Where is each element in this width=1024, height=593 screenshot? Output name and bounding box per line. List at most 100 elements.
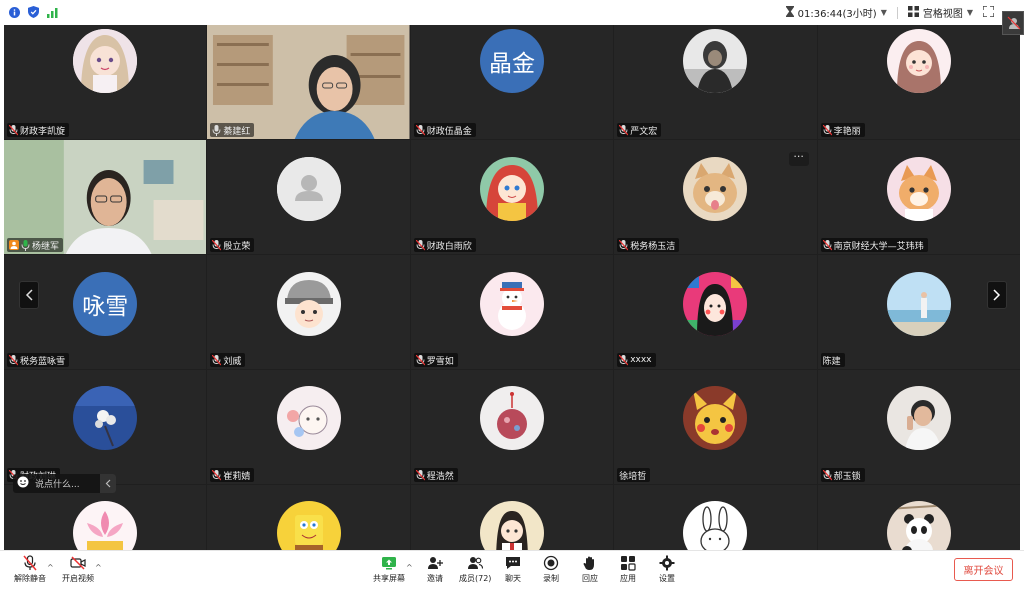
mic-muted-icon (9, 354, 18, 365)
invite-button[interactable]: 邀请 (427, 555, 443, 584)
nameplate: 李艳丽 (820, 123, 865, 137)
meeting-timer[interactable]: 01:36:44(3小时) ▼ (785, 5, 887, 20)
nameplate: 财政伍晶金 (413, 123, 476, 137)
chevron-right-icon (993, 289, 1001, 301)
participant-tile[interactable] (410, 485, 614, 550)
participant-tile[interactable] (817, 485, 1020, 550)
participant-tile[interactable]: 严文宏 (614, 25, 817, 139)
mic-muted-icon (619, 354, 629, 365)
mic-muted-icon (415, 354, 425, 365)
participant-tile[interactable]: 徐培哲 (614, 370, 817, 484)
participant-tile[interactable]: 财政李凯旋 (4, 25, 207, 139)
participant-tile[interactable] (207, 485, 410, 550)
selfie-avatar (886, 386, 951, 450)
fullscreen-icon[interactable] (982, 4, 995, 20)
participant-name: 税务蓝咏雪 (20, 356, 66, 367)
self-view-thumbnail[interactable] (1002, 11, 1024, 35)
participant-tile[interactable]: 财政白雨欣 (410, 140, 614, 254)
start-video-button[interactable]: 开启视频 (62, 555, 94, 584)
unmute-button[interactable]: 解除静音 (14, 555, 46, 584)
info-icon[interactable] (9, 3, 20, 22)
chat-button[interactable]: 聊天 (505, 555, 521, 584)
flower-wall-avatar (73, 386, 138, 450)
text-avatar: 咏雪 (73, 272, 138, 336)
chat-quick-input[interactable]: 说点什么... (13, 474, 116, 493)
participant-tile-active-speaker[interactable]: 杨继军 (4, 140, 207, 254)
participant-tile[interactable]: 崔莉婧 (207, 370, 410, 484)
participant-tile[interactable]: 綦建红 (207, 25, 410, 139)
shield-icon[interactable] (28, 3, 39, 22)
chevron-up-icon[interactable]: ^ (406, 563, 413, 572)
mic-muted-icon (212, 354, 222, 365)
nameplate: 严文宏 (617, 123, 662, 137)
prev-page-button[interactable] (19, 281, 39, 309)
participant-name: 杨继军 (32, 241, 60, 252)
chevron-down-icon[interactable]: ▼ (881, 8, 887, 17)
participant-tile[interactable]: 刘威 (207, 255, 410, 369)
chevron-up-icon[interactable]: ^ (95, 563, 102, 572)
nameplate: 罗雪如 (413, 353, 458, 367)
nameplate: 税务杨玉洁 (617, 238, 680, 252)
nameplate: 陈建 (820, 353, 845, 367)
members-label: 成员(72) (459, 574, 492, 583)
divider (896, 6, 898, 19)
mic-muted-icon (619, 239, 629, 250)
chevron-up-icon[interactable]: ^ (47, 563, 54, 572)
emoji-icon[interactable] (17, 476, 29, 491)
nameplate: 财政白雨欣 (413, 238, 476, 252)
participant-tile[interactable]: ··· 税务杨玉洁 (614, 140, 817, 254)
members-button[interactable]: 成员(72) (459, 555, 491, 584)
sky-photo-avatar (886, 272, 951, 336)
nameplate: 南京财经大学—艾玮玮 (820, 238, 928, 252)
participant-tile[interactable]: 郝玉锁 (817, 370, 1020, 484)
participant-tile[interactable]: 陈建 (817, 255, 1020, 369)
mic-muted-icon (619, 124, 629, 135)
participant-tile[interactable]: 晶金 财政伍晶金 (410, 25, 614, 139)
apps-icon (621, 556, 636, 571)
share-screen-button[interactable]: 共享屏幕 (373, 555, 405, 584)
host-icon (9, 240, 19, 250)
participant-tile[interactable]: 南京财经大学—艾玮玮 (817, 140, 1020, 254)
grid-icon (907, 5, 919, 20)
participant-tile[interactable]: 殷立荣 (207, 140, 410, 254)
nameplate: 杨继军 (7, 238, 64, 252)
hourglass-icon (785, 5, 794, 20)
more-options-button[interactable]: ··· (788, 151, 809, 166)
participant-tile[interactable]: 财政刘琳 (4, 370, 207, 484)
start-video-label: 开启视频 (62, 574, 94, 583)
anime-girl-avatar (73, 29, 138, 93)
participant-tile[interactable]: 程浩然 (410, 370, 614, 484)
participant-tile[interactable] (614, 485, 817, 550)
lotus-avatar (73, 501, 138, 550)
record-button[interactable]: 录制 (543, 555, 559, 584)
leave-meeting-button[interactable]: 离开会议 (954, 558, 1013, 581)
next-page-button[interactable] (987, 281, 1007, 309)
default-user-icon (276, 157, 341, 221)
view-mode-selector[interactable]: 宫格视图 ▼ (907, 5, 973, 20)
mic-muted-icon (212, 239, 222, 250)
sketch-avatar (276, 386, 341, 450)
members-icon (468, 557, 484, 569)
participant-tile[interactable]: 罗雪如 (410, 255, 614, 369)
participant-tile[interactable] (4, 485, 207, 550)
settings-button[interactable]: 设置 (659, 555, 675, 584)
signal-icon[interactable] (47, 3, 58, 22)
apps-button[interactable]: 应用 (620, 555, 636, 584)
participant-tile[interactable]: 李艳丽 (817, 25, 1020, 139)
mic-muted-icon (822, 239, 832, 250)
record-icon (543, 555, 559, 571)
nameplate: 财政李凯旋 (7, 123, 70, 137)
participant-tile[interactable]: 咏雪 税务蓝咏雪 (4, 255, 207, 369)
cartoon-girl-avatar (886, 29, 951, 93)
view-mode-label: 宫格视图 (922, 9, 963, 20)
top-bar: 01:36:44(3小时) ▼ 宫格视图 ▼ (0, 0, 1024, 25)
share-screen-icon (382, 557, 396, 570)
globe-avatar (479, 386, 544, 450)
anime-redhair-avatar (479, 157, 544, 221)
mic-icon (212, 124, 221, 136)
participant-name: 崔莉婧 (223, 471, 251, 482)
reactions-button[interactable]: 回应 (582, 555, 598, 584)
participant-tile[interactable]: xxxx (614, 255, 817, 369)
chevron-down-icon[interactable]: ▼ (967, 8, 973, 17)
collapse-chat-button[interactable] (100, 474, 116, 493)
